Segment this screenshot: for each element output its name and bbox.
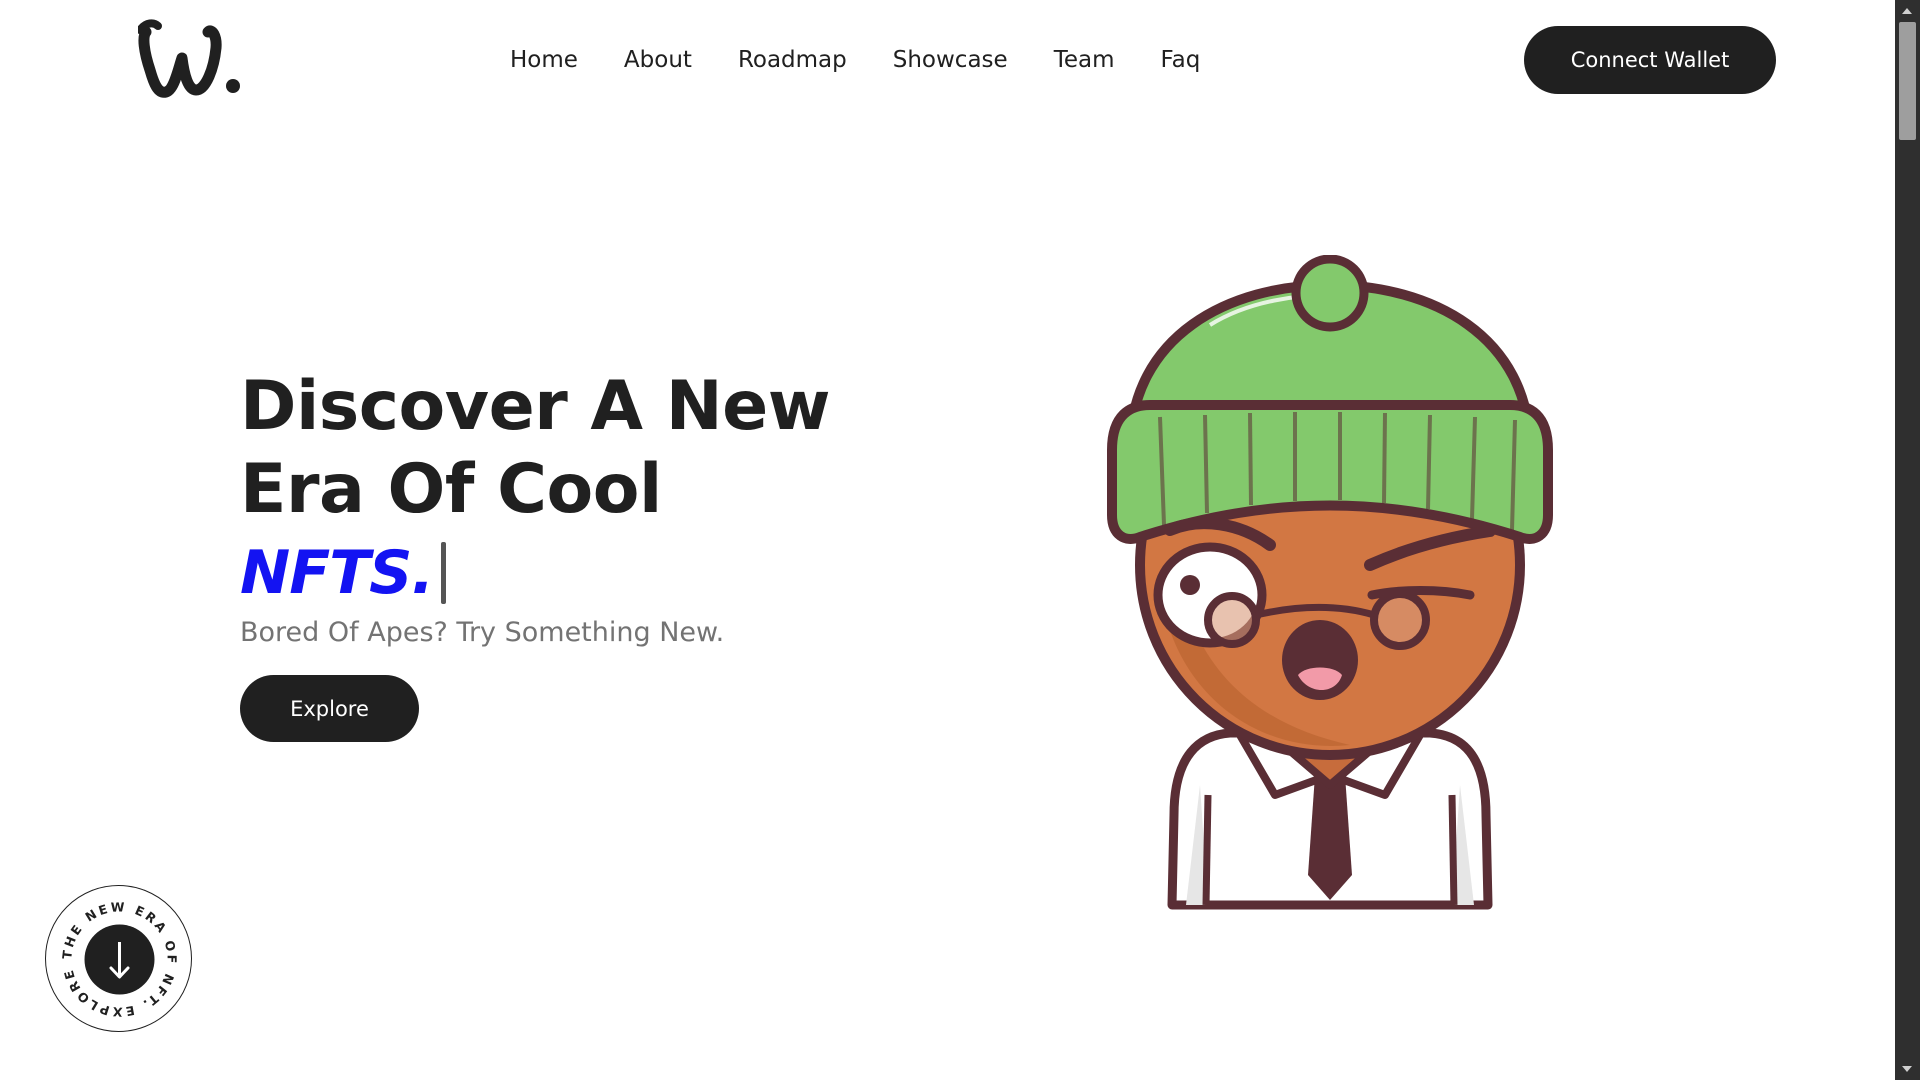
nav-link-roadmap[interactable]: Roadmap (738, 47, 847, 73)
connect-wallet-button[interactable]: Connect Wallet (1524, 26, 1776, 94)
hero-headline: Discover A New Era Of Cool (240, 365, 880, 531)
logo-w-icon (136, 19, 240, 98)
vertical-scrollbar[interactable] (1895, 0, 1920, 1080)
hero-section: Discover A New Era Of Cool NFTS. Bored O… (240, 365, 880, 648)
scroll-badge[interactable]: THE NEW ERA OF NFT. EXPLORE (45, 885, 192, 1032)
scroll-down-icon[interactable] (1902, 1066, 1912, 1072)
main-nav: Home About Roadmap Showcase Team Faq (510, 42, 1246, 78)
brand-logo[interactable] (136, 18, 242, 102)
scroll-thumb[interactable] (1899, 22, 1916, 140)
nav-link-about[interactable]: About (624, 47, 692, 73)
typed-word: NFTS. (240, 538, 434, 608)
nav-link-home[interactable]: Home (510, 47, 578, 73)
nav-link-faq[interactable]: Faq (1160, 47, 1200, 73)
typing-caret (441, 542, 447, 604)
hero-subtitle: Bored Of Apes? Try Something New. (240, 617, 725, 648)
typed-text: NFTS. (240, 531, 880, 615)
nft-character-illustration (1090, 254, 1570, 910)
landing-page: Home About Roadmap Showcase Team Faq Con… (0, 0, 1920, 1080)
navbar: Home About Roadmap Showcase Team Faq Con… (0, 0, 1895, 121)
scroll-up-icon[interactable] (1902, 8, 1912, 14)
headline-line-1: Discover A New (240, 367, 831, 446)
nav-link-showcase[interactable]: Showcase (893, 47, 1008, 73)
nav-link-team[interactable]: Team (1054, 47, 1115, 73)
explore-button[interactable]: Explore (240, 675, 419, 742)
headline-line-2: Era Of Cool (240, 450, 662, 529)
